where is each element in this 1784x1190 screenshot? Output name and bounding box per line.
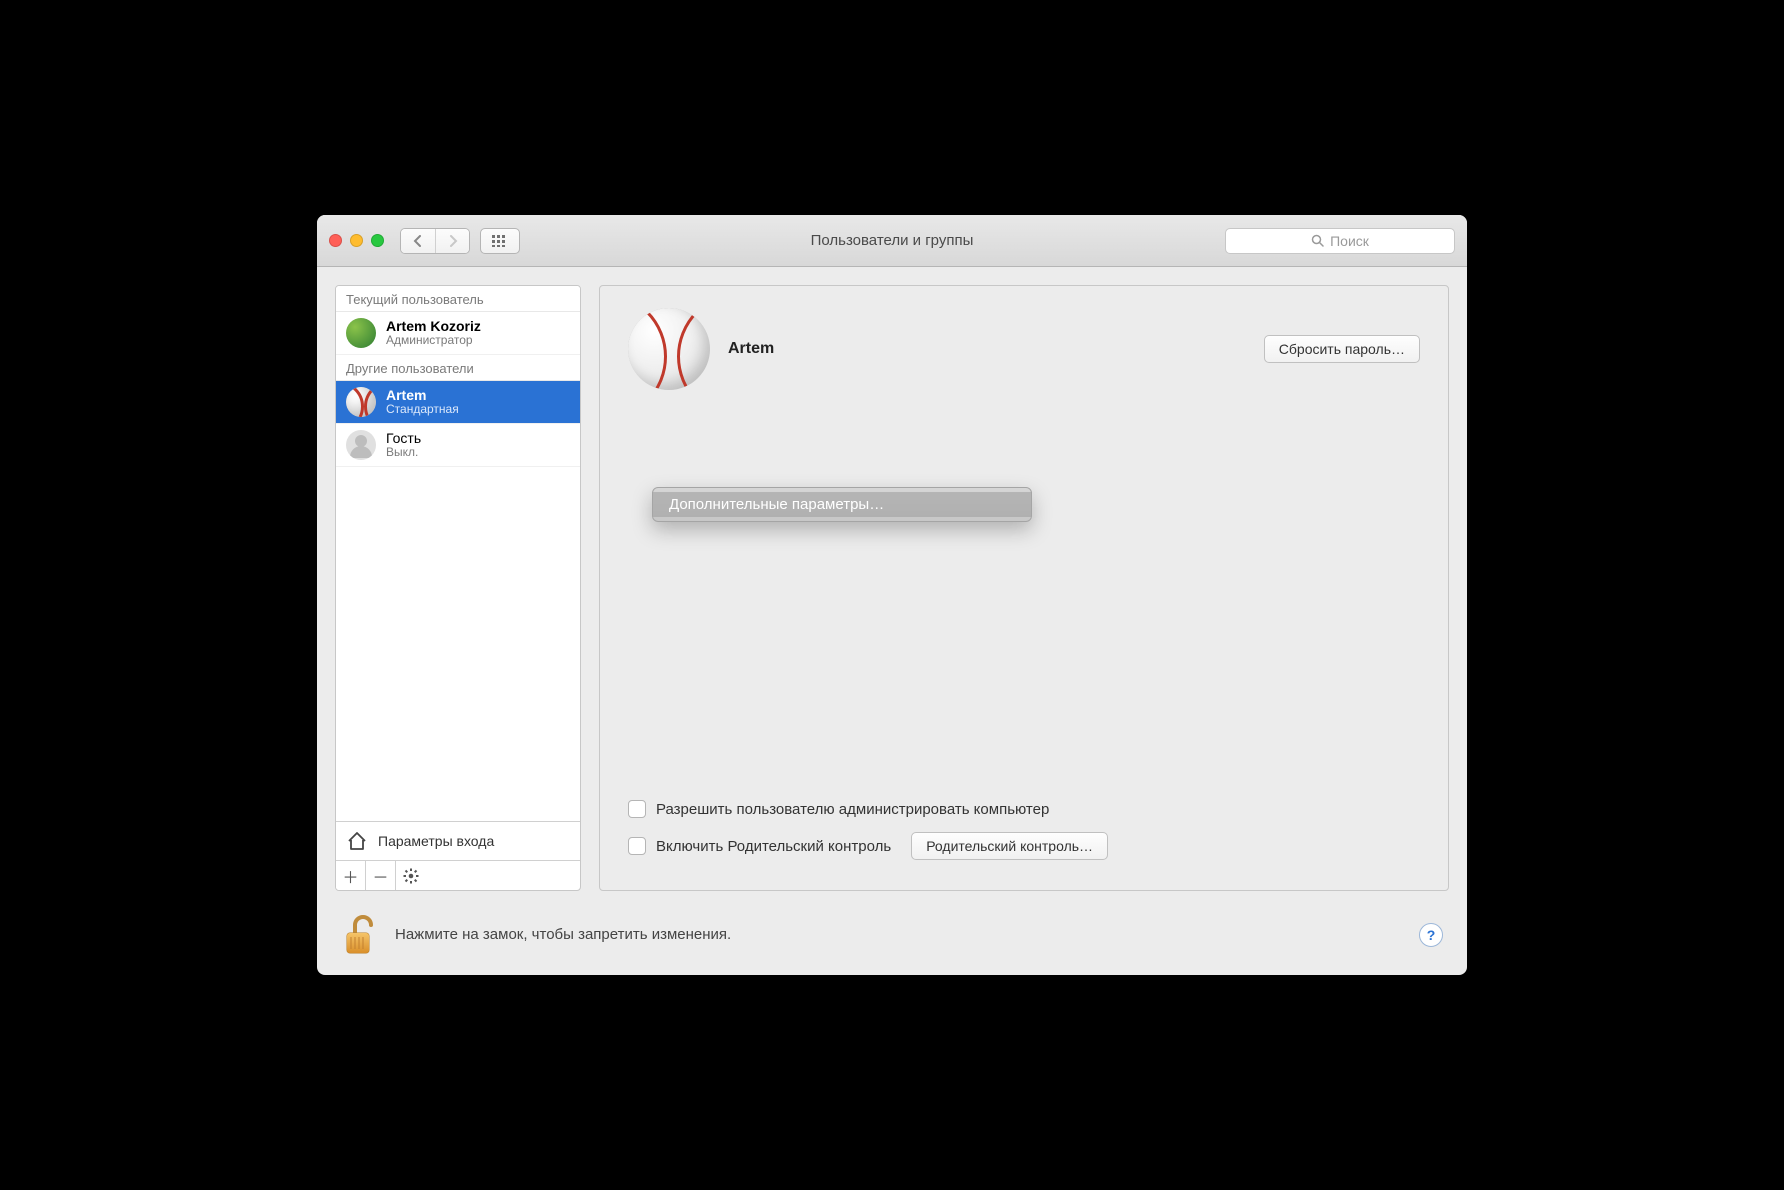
user-name: Гость [386, 430, 421, 446]
profile-header: Artem Сбросить пароль… [628, 308, 1420, 390]
chevron-left-icon [413, 235, 423, 247]
lock-hint-text: Нажмите на замок, чтобы запретить измене… [395, 925, 731, 945]
add-user-button[interactable]: ＋ [336, 861, 366, 890]
current-user-label: Текущий пользователь [336, 286, 580, 312]
login-options-label: Параметры входа [378, 833, 494, 849]
user-actions-button[interactable] [396, 861, 426, 890]
preferences-window: Пользователи и группы Поиск Текущий поль… [317, 215, 1467, 975]
enable-parental-checkbox[interactable] [628, 837, 646, 855]
baseball-icon [628, 308, 710, 390]
back-button[interactable] [401, 229, 435, 253]
enable-parental-label: Включить Родительский контроль [656, 838, 891, 855]
show-all-button[interactable] [480, 228, 520, 254]
parental-row: Включить Родительский контроль Родительс… [628, 832, 1420, 860]
search-placeholder: Поиск [1330, 233, 1369, 249]
lock-button[interactable] [341, 913, 379, 957]
search-icon [1311, 234, 1324, 247]
baseball-icon [346, 387, 376, 417]
allow-admin-label: Разрешить пользователю администрировать … [656, 801, 1049, 818]
window-controls [329, 234, 384, 247]
titlebar: Пользователи и группы Поиск [317, 215, 1467, 267]
user-role: Выкл. [386, 446, 421, 460]
login-options-row[interactable]: Параметры входа [336, 821, 580, 860]
search-input[interactable]: Поиск [1225, 228, 1455, 254]
help-button[interactable]: ? [1419, 923, 1443, 947]
footer: Нажмите на замок, чтобы запретить измене… [335, 909, 1449, 961]
allow-admin-row: Разрешить пользователю администрировать … [628, 800, 1420, 818]
sidebar-user-artem[interactable]: Artem Стандартная [336, 381, 580, 424]
reset-password-button[interactable]: Сбросить пароль… [1264, 335, 1420, 363]
advanced-options-menuitem[interactable]: Дополнительные параметры… [653, 492, 1031, 517]
user-detail-panel: Artem Сбросить пароль… Разрешить пользов… [599, 285, 1449, 891]
current-user-row[interactable]: Artem Kozoriz Администратор [336, 312, 580, 355]
profile-avatar[interactable] [628, 308, 710, 390]
content: Текущий пользователь Artem Kozoriz Админ… [317, 267, 1467, 975]
user-role: Администратор [386, 334, 481, 348]
avatar [346, 318, 376, 348]
profile-username: Artem [728, 340, 774, 358]
user-role: Стандартная [386, 403, 459, 417]
chevron-right-icon [448, 235, 458, 247]
context-menu: Дополнительные параметры… [652, 487, 1032, 522]
user-name: Artem [386, 387, 459, 403]
other-users-label: Другие пользователи [336, 355, 580, 381]
sidebar-toolbar: ＋ － [336, 860, 580, 890]
minimize-window-button[interactable] [350, 234, 363, 247]
remove-user-button[interactable]: － [366, 861, 396, 890]
parental-controls-button[interactable]: Родительский контроль… [911, 832, 1108, 860]
nav-buttons [400, 228, 470, 254]
guest-avatar-icon [346, 430, 376, 460]
zoom-window-button[interactable] [371, 234, 384, 247]
forward-button[interactable] [435, 229, 469, 253]
allow-admin-checkbox[interactable] [628, 800, 646, 818]
users-sidebar: Текущий пользователь Artem Kozoriz Админ… [335, 285, 581, 891]
close-window-button[interactable] [329, 234, 342, 247]
avatar [346, 387, 376, 417]
sidebar-user-guest[interactable]: Гость Выкл. [336, 424, 580, 467]
grid-icon [492, 235, 508, 247]
home-icon [346, 830, 368, 852]
gear-icon [403, 868, 419, 884]
unlock-icon [341, 913, 379, 957]
user-name: Artem Kozoriz [386, 318, 481, 334]
